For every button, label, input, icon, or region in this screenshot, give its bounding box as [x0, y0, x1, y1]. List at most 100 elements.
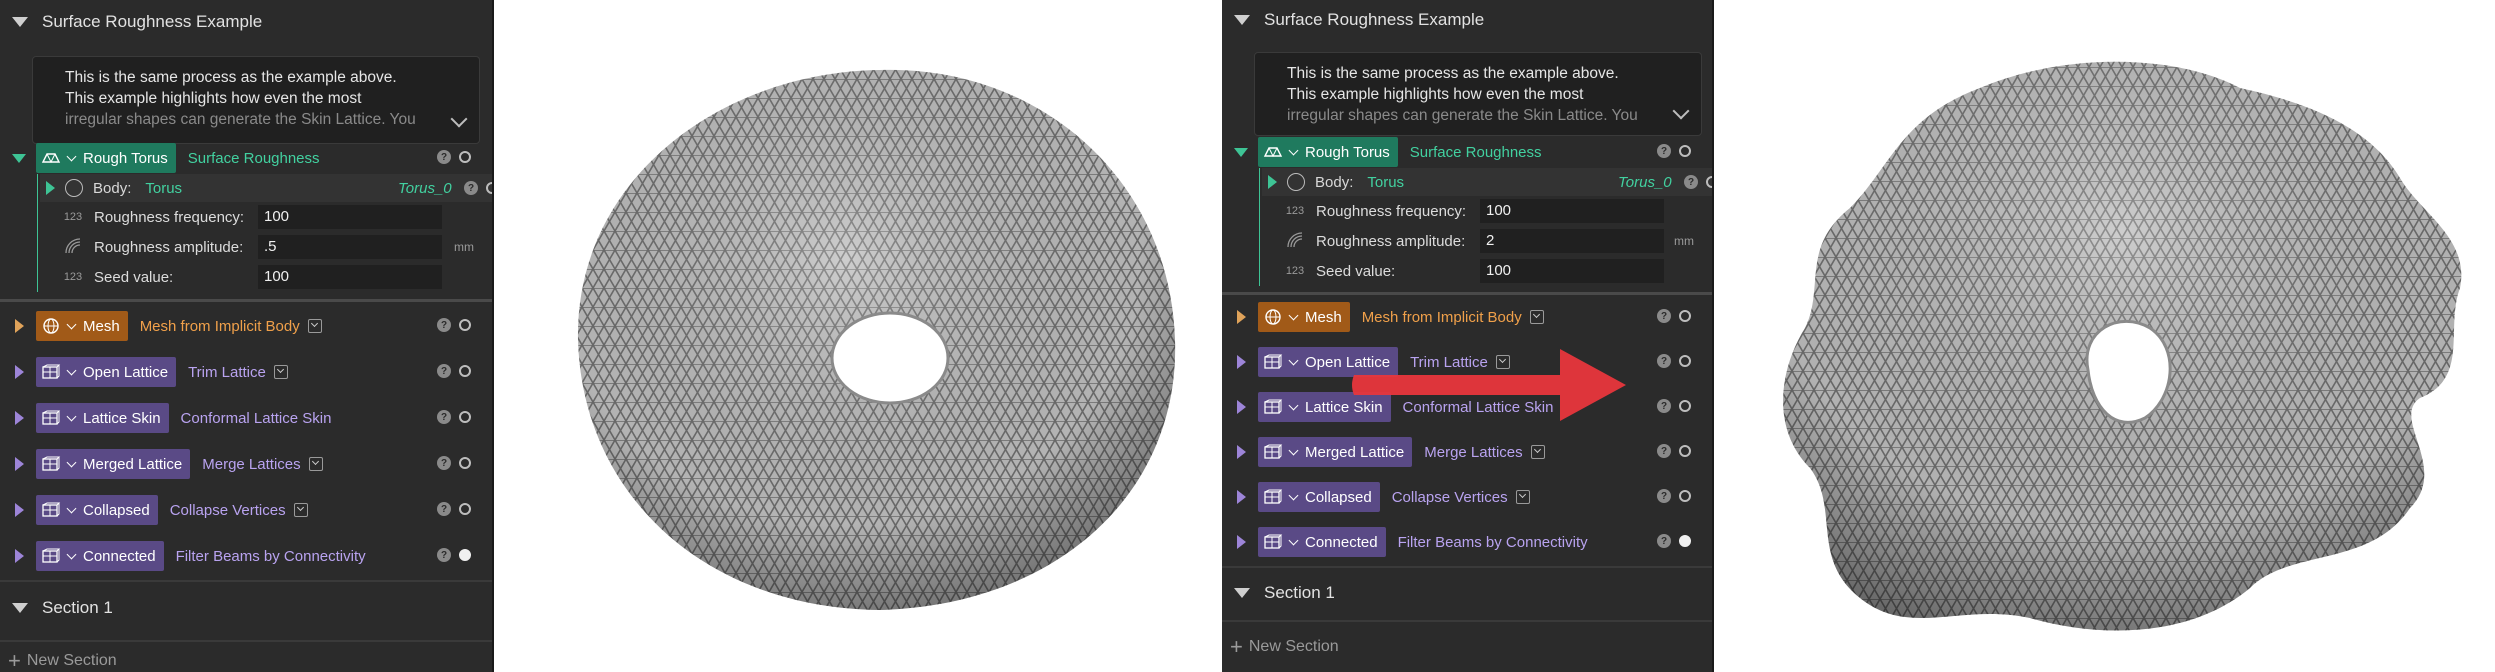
chevron-down-icon[interactable] — [1288, 310, 1299, 320]
chevron-down-icon[interactable] — [1288, 535, 1299, 545]
chevron-down-icon[interactable] — [1288, 490, 1299, 500]
op-name[interactable]: Mesh from Implicit Body — [1362, 309, 1522, 326]
op-row-connected[interactable]: Connected Filter Beams by Connectivity — [1222, 526, 1588, 558]
description-box[interactable]: This is the same process as the example … — [1254, 52, 1702, 136]
op-row-rough-torus[interactable]: Rough Torus Surface Roughness — [0, 142, 320, 174]
op-name[interactable]: Trim Lattice — [188, 364, 266, 381]
op-tag-connected[interactable]: Connected — [1258, 527, 1386, 557]
op-tag-collapsed[interactable]: Collapsed — [36, 495, 158, 525]
new-section-button[interactable]: + New Section — [8, 648, 117, 672]
expand-triangle-icon[interactable] — [14, 549, 24, 563]
expand-triangle-icon[interactable] — [14, 319, 24, 333]
op-row-merged-lattice[interactable]: Merged Lattice Merge Lattices — [0, 448, 323, 480]
help-icon[interactable]: ? — [1657, 489, 1671, 503]
op-name[interactable]: Merge Lattices — [202, 456, 300, 473]
op-tag-rough-torus[interactable]: Rough Torus — [36, 143, 176, 173]
op-name[interactable]: Surface Roughness — [188, 150, 320, 167]
op-tag-collapsed[interactable]: Collapsed — [1258, 482, 1380, 512]
param-value-field[interactable]: 100 — [258, 205, 442, 229]
expanded-triangle-icon[interactable] — [1234, 147, 1248, 157]
op-tag-merged-lattice[interactable]: Merged Lattice — [36, 449, 191, 479]
param-value-field[interactable]: 100 — [258, 265, 442, 289]
op-tag-connected[interactable]: Connected — [36, 541, 164, 571]
op-dropdown-icon[interactable] — [1530, 445, 1545, 459]
expand-description-icon[interactable] — [1672, 102, 1690, 120]
op-dropdown-icon[interactable] — [1515, 490, 1530, 504]
new-section-button[interactable]: + New Section — [1230, 634, 1339, 660]
status-dot-active[interactable] — [1679, 535, 1691, 547]
op-dropdown-icon[interactable] — [1529, 310, 1544, 324]
op-name[interactable]: Filter Beams by Connectivity — [176, 548, 366, 565]
help-icon[interactable]: ? — [437, 502, 451, 516]
expand-triangle-icon[interactable] — [46, 181, 55, 195]
help-icon[interactable]: ? — [437, 548, 451, 562]
section-header-surface-roughness[interactable]: Surface Roughness Example — [0, 0, 492, 44]
expand-triangle-icon[interactable] — [1268, 175, 1277, 189]
help-icon[interactable]: ? — [437, 318, 451, 332]
section-header-surface-roughness[interactable]: Surface Roughness Example — [1222, 0, 1712, 40]
help-icon[interactable]: ? — [1657, 399, 1671, 413]
section-header-section-1[interactable]: Section 1 — [1222, 572, 1712, 614]
op-row-mesh[interactable]: Mesh Mesh from Implicit Body — [0, 310, 322, 342]
expand-triangle-icon[interactable] — [14, 411, 24, 425]
op-tag-lattice-skin[interactable]: Lattice Skin — [36, 403, 169, 433]
op-row-lattice-skin[interactable]: Lattice Skin Conformal Lattice Skin — [0, 402, 331, 434]
status-dot[interactable] — [1679, 355, 1691, 367]
expand-triangle-icon[interactable] — [1236, 490, 1246, 504]
op-tag-mesh[interactable]: Mesh — [36, 311, 128, 341]
status-dot[interactable] — [1679, 490, 1691, 502]
help-icon[interactable]: ? — [1657, 444, 1671, 458]
help-icon[interactable]: ? — [1657, 144, 1671, 158]
param-value-field[interactable]: 100 — [1480, 199, 1664, 223]
op-name[interactable]: Merge Lattices — [1424, 444, 1522, 461]
help-icon[interactable]: ? — [1657, 534, 1671, 548]
chevron-down-icon[interactable] — [66, 151, 77, 161]
section-header-section-1[interactable]: Section 1 — [0, 586, 492, 630]
expand-triangle-icon[interactable] — [1236, 355, 1246, 369]
status-dot[interactable] — [459, 503, 471, 515]
help-icon[interactable]: ? — [437, 364, 451, 378]
op-dropdown-icon[interactable] — [273, 365, 288, 379]
op-row-merged-lattice[interactable]: Merged Lattice Merge Lattices — [1222, 436, 1545, 468]
op-name[interactable]: Filter Beams by Connectivity — [1398, 534, 1588, 551]
body-input-row[interactable]: Body: Torus Torus_0 ? — [40, 174, 492, 202]
body-input-row[interactable]: Body: Torus Torus_0 ? — [1262, 168, 1712, 196]
help-icon[interactable]: ? — [1657, 354, 1671, 368]
op-tag-open-lattice[interactable]: Open Lattice — [36, 357, 177, 387]
op-dropdown-icon[interactable] — [308, 457, 323, 471]
chevron-down-icon[interactable] — [1288, 355, 1299, 365]
status-dot-active[interactable] — [459, 549, 471, 561]
status-dot[interactable] — [1679, 145, 1691, 157]
collapse-triangle-icon[interactable] — [1234, 588, 1250, 598]
param-value-field[interactable]: 2 — [1480, 229, 1664, 253]
status-dot[interactable] — [459, 411, 471, 423]
op-name[interactable]: Surface Roughness — [1410, 144, 1542, 161]
chevron-down-icon[interactable] — [66, 365, 77, 375]
expand-triangle-icon[interactable] — [1236, 310, 1246, 324]
status-dot[interactable] — [459, 151, 471, 163]
chevron-down-icon[interactable] — [1288, 445, 1299, 455]
chevron-down-icon[interactable] — [1288, 400, 1299, 410]
expanded-triangle-icon[interactable] — [12, 153, 26, 163]
body-value[interactable]: Torus — [145, 180, 182, 197]
op-tag-merged-lattice[interactable]: Merged Lattice — [1258, 437, 1413, 467]
help-icon[interactable]: ? — [437, 410, 451, 424]
help-icon[interactable]: ? — [437, 456, 451, 470]
chevron-down-icon[interactable] — [66, 411, 77, 421]
help-icon[interactable]: ? — [464, 181, 478, 195]
op-row-mesh[interactable]: Mesh Mesh from Implicit Body — [1222, 301, 1544, 333]
op-dropdown-icon[interactable] — [293, 503, 308, 517]
status-dot[interactable] — [486, 182, 492, 194]
status-dot[interactable] — [459, 457, 471, 469]
chevron-down-icon[interactable] — [66, 549, 77, 559]
status-dot[interactable] — [1679, 445, 1691, 457]
op-name[interactable]: Mesh from Implicit Body — [140, 318, 300, 335]
op-name[interactable]: Collapse Vertices — [1392, 489, 1508, 506]
body-value[interactable]: Torus — [1367, 174, 1404, 191]
op-tag-mesh[interactable]: Mesh — [1258, 302, 1350, 332]
status-dot[interactable] — [1706, 176, 1712, 188]
expand-triangle-icon[interactable] — [1236, 535, 1246, 549]
collapse-triangle-icon[interactable] — [1234, 15, 1250, 25]
op-row-connected[interactable]: Connected Filter Beams by Connectivity — [0, 540, 366, 572]
expand-triangle-icon[interactable] — [1236, 445, 1246, 459]
